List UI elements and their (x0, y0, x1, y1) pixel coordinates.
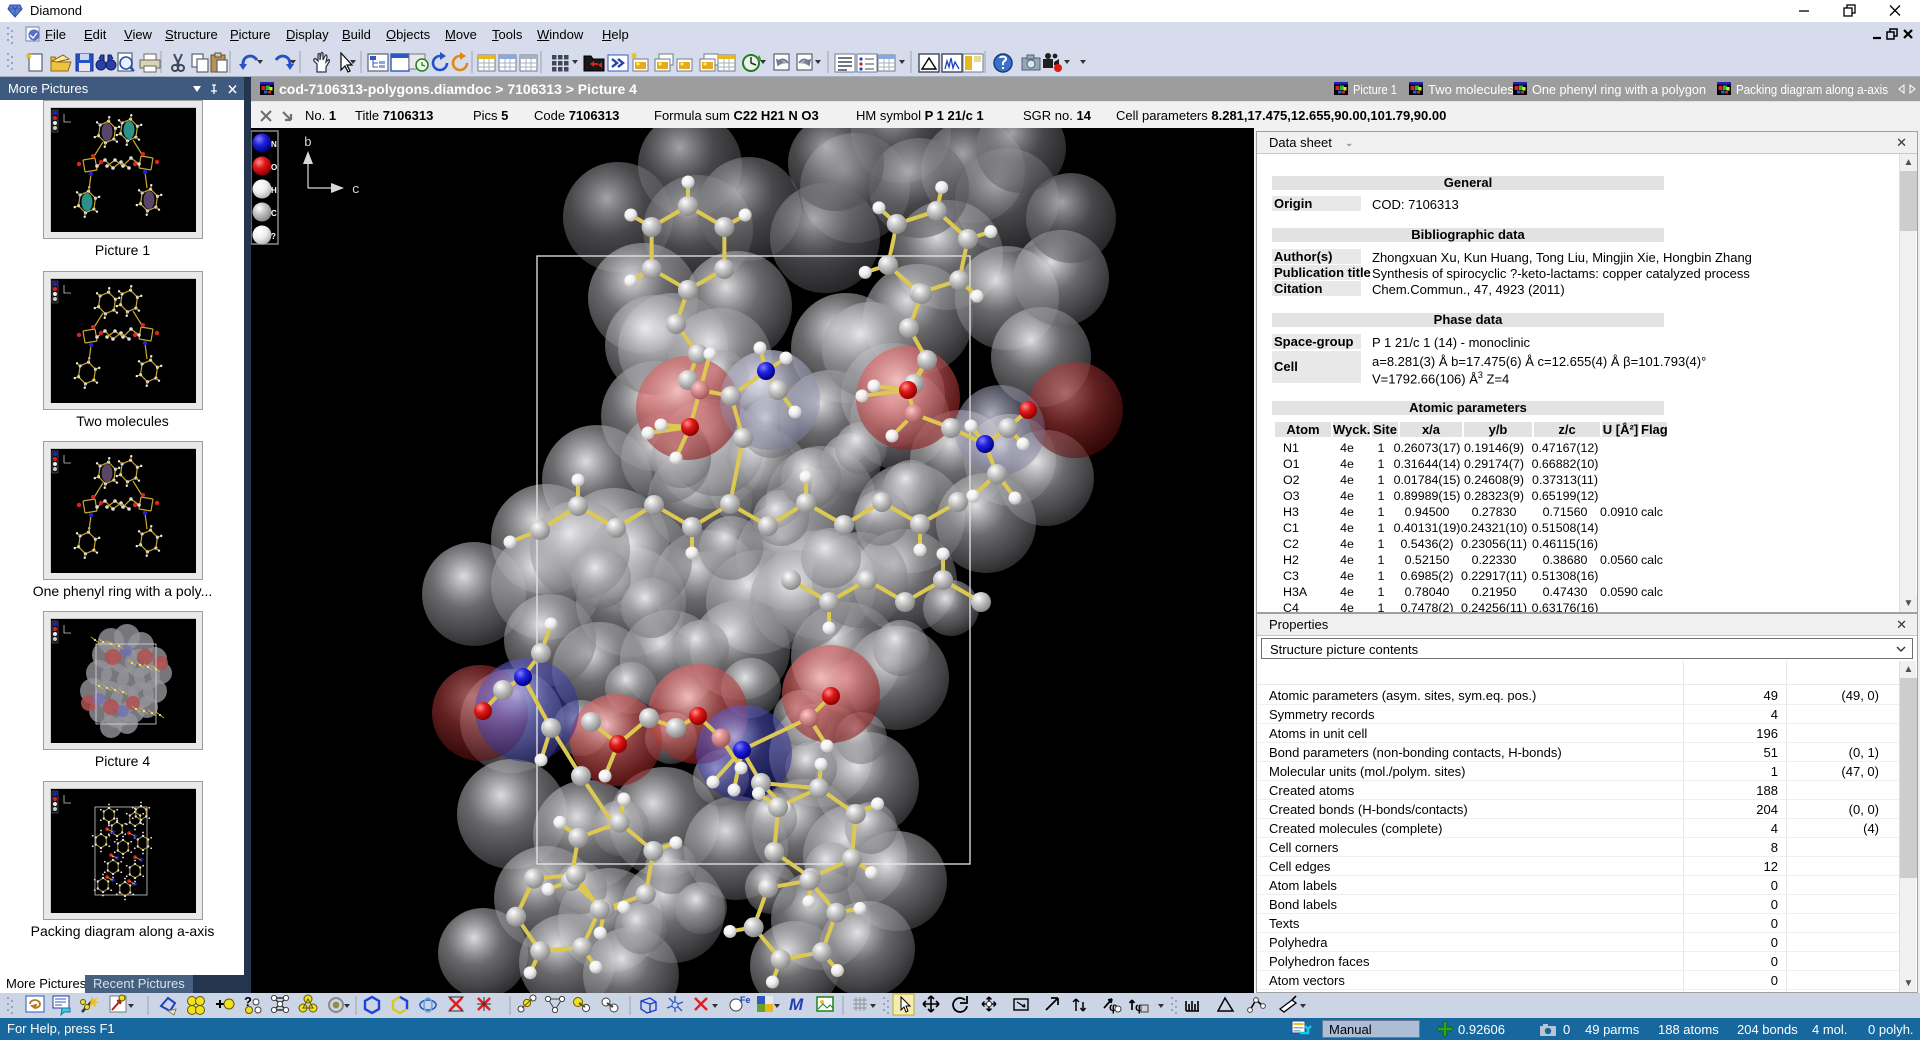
svg-text:c: c (352, 182, 360, 197)
svg-text:O: O (271, 163, 277, 172)
svg-text:b: b (304, 135, 312, 150)
svg-text:One phenyl ring with a polygon: One phenyl ring with a polygon (1532, 82, 1706, 97)
svg-text:Fe: Fe (740, 995, 751, 1005)
svg-text:Two molecules: Two molecules (1428, 82, 1514, 97)
svg-text:Packing diagram along a-axis: Packing diagram along a-axis (1736, 82, 1888, 97)
svg-text:?: ? (271, 232, 276, 241)
svg-text:M: M (789, 995, 804, 1014)
svg-text:H: H (271, 186, 277, 195)
svg-text:Picture 1: Picture 1 (1353, 82, 1397, 97)
svg-text:N: N (271, 140, 277, 149)
svg-text:C: C (271, 209, 277, 218)
